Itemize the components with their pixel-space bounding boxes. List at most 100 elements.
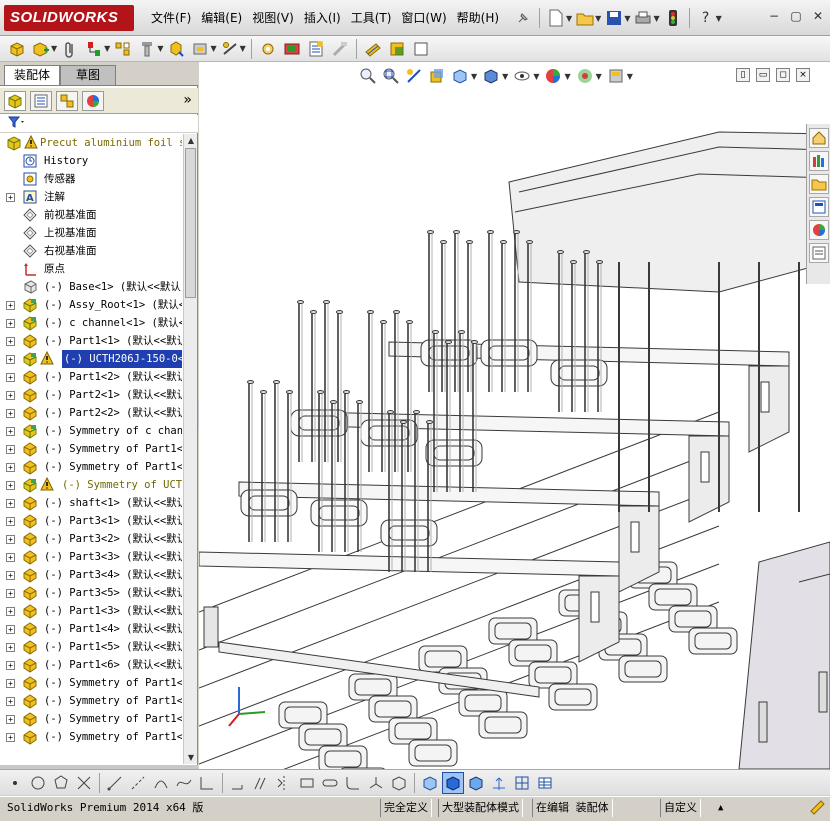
solidworks-resources-icon[interactable] (808, 128, 829, 148)
design-library-icon[interactable] (808, 151, 829, 171)
print-icon[interactable] (632, 7, 654, 29)
tree-item[interactable]: + (-) UCTH206J-150-0<1 (0, 350, 182, 368)
tree-item[interactable]: + (-) Part3<3> (默认<<默认 (0, 548, 182, 566)
chevron-down-icon[interactable]: ▼ (595, 14, 601, 23)
expand-icon[interactable]: + (6, 535, 15, 544)
chevron-down-icon[interactable]: ▼ (564, 72, 570, 81)
tree-item[interactable]: + (-) Assy_Root<1> (默认< (0, 296, 182, 314)
arc-icon[interactable] (150, 772, 172, 794)
chevron-down-icon[interactable]: ▼ (240, 44, 246, 53)
expand-icon[interactable]: + (6, 301, 15, 310)
fillet-icon[interactable] (342, 772, 364, 794)
exploded-view-icon[interactable] (329, 38, 351, 60)
tree-item[interactable]: + (-) Part1<1> (默认<<默认 (0, 332, 182, 350)
tree-item[interactable]: + (-) Part3<1> (默认<<默认 (0, 512, 182, 530)
line-icon[interactable] (104, 772, 126, 794)
expand-icon[interactable]: + (6, 553, 15, 562)
new-motion-study-icon[interactable] (281, 38, 303, 60)
tree-item[interactable]: + (-) shaft<1> (默认<<默认 (0, 494, 182, 512)
clearance-verification-icon[interactable] (410, 38, 432, 60)
menu-tools[interactable]: 工具(T) (346, 9, 397, 27)
scroll-down-icon[interactable]: ▼ (184, 751, 198, 764)
expand-icon[interactable]: + (6, 481, 15, 490)
tree-item[interactable]: 上视基准面 (0, 224, 182, 242)
menu-insert[interactable]: 插入(I) (299, 9, 346, 27)
expand-icon[interactable]: + (6, 193, 15, 202)
tree-item[interactable]: History (0, 152, 182, 170)
view-orientation-icon[interactable] (451, 67, 469, 85)
show-hidden-icon[interactable] (189, 38, 211, 60)
chevron-down-icon[interactable]: ▼ (210, 44, 216, 53)
zoom-to-area-icon[interactable] (382, 67, 400, 85)
assembly-model[interactable] (199, 62, 830, 769)
chevron-down-icon[interactable]: ▼ (624, 14, 630, 23)
tree-item[interactable]: + (-) Part1<5> (默认<<默认 (0, 638, 182, 656)
tree-item[interactable]: + A 注解 (0, 188, 182, 206)
traffic-light-icon[interactable] (662, 7, 684, 29)
edit-appearance-icon[interactable] (544, 67, 562, 85)
tree-item[interactable]: + (-) Part1<4> (默认<<默认 (0, 620, 182, 638)
expand-icon[interactable]: + (6, 427, 15, 436)
display-manager-icon[interactable] (82, 90, 104, 111)
tree-item[interactable]: + (-) Part3<5> (默认<<默认 (0, 584, 182, 602)
tree-item[interactable]: + (-) Part2<1> (默认<<默认 (0, 386, 182, 404)
point-icon[interactable] (4, 772, 26, 794)
mirror-icon[interactable] (273, 772, 295, 794)
chevron-up-icon[interactable]: ▲ (715, 799, 726, 817)
expand-icon[interactable]: + (6, 373, 15, 382)
assembly-features-icon[interactable] (219, 38, 241, 60)
tree-item[interactable]: + (-) Symmetry of Part1<3 (0, 674, 182, 692)
chevron-down-icon[interactable]: ▼ (533, 72, 539, 81)
shaded-icon[interactable] (442, 771, 464, 794)
interference-detection-icon[interactable] (386, 38, 408, 60)
tree-item[interactable]: + (-) Part1<3> (默认<<默认 (0, 602, 182, 620)
expand-icon[interactable]: + (6, 643, 15, 652)
insert-component-icon[interactable] (30, 38, 52, 60)
expand-icon[interactable]: + (6, 391, 15, 400)
view-settings-icon[interactable] (607, 67, 625, 85)
chevron-down-icon[interactable]: ▼ (627, 72, 633, 81)
tree-item[interactable]: 原点 (0, 260, 182, 278)
expand-icon[interactable]: + (6, 409, 15, 418)
chevron-down-icon[interactable]: ▼ (596, 72, 602, 81)
tree-root[interactable]: Precut aluminium foil se (0, 134, 182, 152)
tree-item[interactable]: 前视基准面 (0, 206, 182, 224)
tree-item[interactable]: + (-) Symmetry of Part1<5 (0, 710, 182, 728)
chevron-right-icon[interactable]: » (183, 92, 192, 108)
centerline-icon[interactable] (127, 772, 149, 794)
move-component-icon[interactable] (165, 38, 187, 60)
tree-item[interactable]: + (-) Symmetry of Part1<1 (0, 440, 182, 458)
circle-icon[interactable] (27, 772, 49, 794)
paperclip-icon[interactable] (59, 38, 81, 60)
scroll-up-icon[interactable]: ▲ (184, 134, 198, 147)
minimize-button[interactable]: − (766, 8, 782, 24)
expand-icon[interactable]: + (6, 697, 15, 706)
expand-icon[interactable]: + (6, 607, 15, 616)
spline-icon[interactable] (173, 772, 195, 794)
close-button[interactable]: ✕ (810, 8, 826, 24)
mate-icon[interactable] (83, 38, 105, 60)
expand-icon[interactable]: + (6, 517, 15, 526)
appearances-icon[interactable] (808, 220, 829, 240)
expand-icon[interactable]: + (6, 337, 15, 346)
tree-item[interactable]: 右视基准面 (0, 242, 182, 260)
chevron-down-icon[interactable]: ▼ (716, 14, 722, 23)
new-document-icon[interactable] (545, 7, 567, 29)
close-viewport-icon[interactable]: × (796, 68, 810, 82)
chevron-down-icon[interactable]: ▼ (157, 44, 163, 53)
3d-sketch-icon[interactable] (365, 772, 387, 794)
tree-item[interactable]: + (-) Part3<2> (默认<<默认 (0, 530, 182, 548)
expand-icon[interactable]: + (6, 571, 15, 580)
expand-icon[interactable]: + (6, 499, 15, 508)
chevron-down-icon[interactable]: ▼ (566, 14, 572, 23)
table-icon[interactable] (534, 772, 556, 794)
expand-icon[interactable]: + (6, 319, 15, 328)
split-horizontal-icon[interactable]: ▯ (736, 68, 750, 82)
hide-show-items-icon[interactable] (513, 67, 531, 85)
tree-item[interactable]: + (-) Symmetry of c chann (0, 422, 182, 440)
trim-icon[interactable] (196, 772, 218, 794)
axis-icon[interactable] (488, 772, 510, 794)
polygon-icon[interactable] (50, 772, 72, 794)
zoom-to-fit-icon[interactable] (359, 67, 377, 85)
display-style-icon[interactable] (482, 67, 500, 85)
